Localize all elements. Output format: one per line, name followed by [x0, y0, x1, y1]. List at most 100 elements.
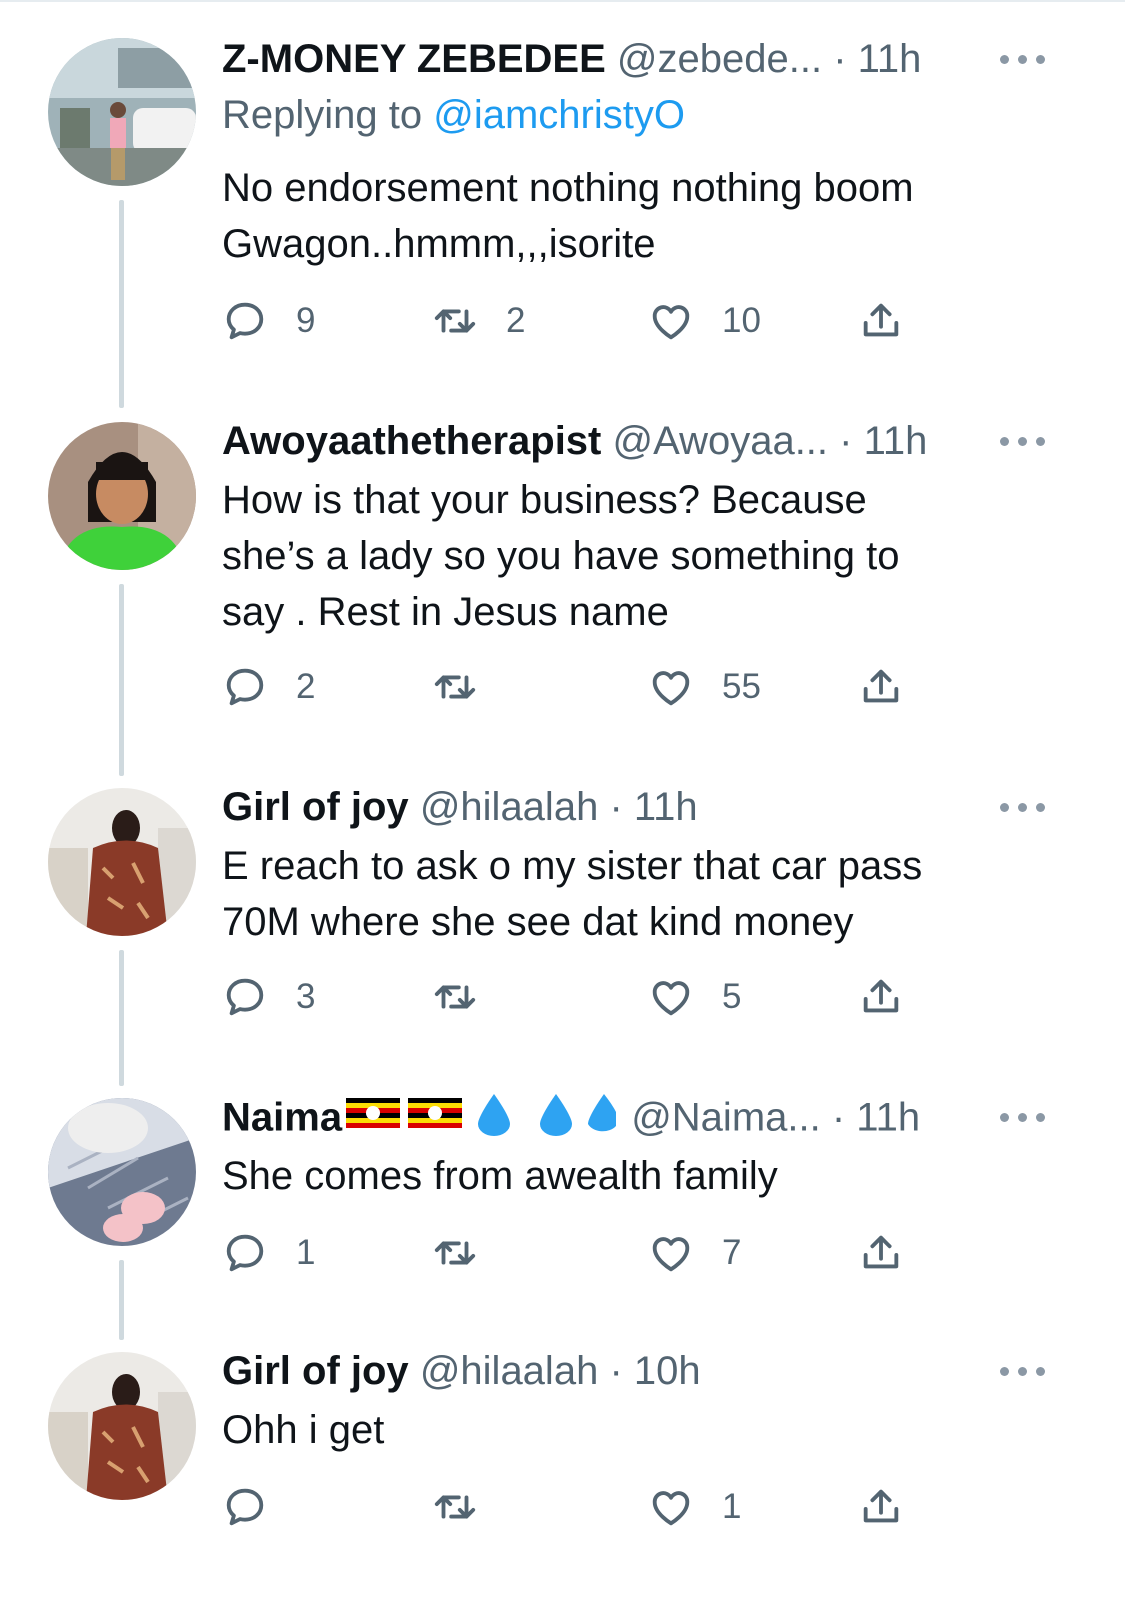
separator-dot: · [609, 1349, 623, 1393]
share-button[interactable] [858, 1228, 904, 1278]
avatar[interactable] [48, 1098, 196, 1246]
timestamp[interactable]: 11h [858, 37, 922, 81]
separator-dot: · [839, 419, 853, 463]
tweet-actions: 2 55 [222, 662, 922, 712]
heart-icon [652, 981, 690, 1016]
like-count: 10 [722, 301, 761, 340]
avatar[interactable] [48, 422, 196, 570]
separator-dot: · [833, 37, 847, 81]
avatar-image [48, 1352, 196, 1500]
like-count: 5 [722, 977, 742, 1016]
tweet-header: Z-MONEY ZEBEDEE @zebede... · 11h [222, 34, 1022, 84]
heart-icon [652, 1491, 690, 1526]
avatar-image [48, 788, 196, 936]
share-button[interactable] [858, 1482, 904, 1532]
separator-dot: · [831, 1095, 846, 1140]
tweet-text-line: she’s a lady so you have something to [222, 534, 900, 578]
tweet-text: Ohh i get [222, 1402, 1042, 1458]
tweet-actions: 1 [222, 1482, 922, 1532]
top-divider [0, 0, 1125, 2]
retweet-count: 2 [506, 301, 526, 340]
replying-to: Replying to @iamchristyO [222, 90, 685, 140]
tweet-actions: 9 2 10 [222, 296, 922, 346]
heart-icon [652, 671, 690, 706]
username[interactable]: @hilaalah [420, 785, 599, 829]
more-options-icon[interactable] [1000, 34, 1045, 84]
more-options-icon[interactable] [1000, 782, 1045, 832]
heart-icon [652, 1237, 690, 1272]
thread-connector [119, 584, 124, 776]
reply-button[interactable]: 9 [222, 296, 315, 346]
reply-bubble-icon [226, 668, 264, 706]
share-button[interactable] [858, 662, 904, 712]
display-name[interactable]: Girl of joy [222, 785, 409, 829]
replying-to-handle[interactable]: @iamchristyO [433, 93, 685, 137]
display-name[interactable]: Awoyaathetherapist [222, 419, 601, 463]
tweet-text: E reach to ask o my sister that car pass… [222, 838, 1042, 950]
name-emoji [346, 1092, 617, 1142]
username[interactable]: @hilaalah [420, 1349, 599, 1393]
share-icon [863, 303, 899, 337]
retweet-icon [434, 309, 476, 333]
share-button[interactable] [858, 972, 904, 1022]
timestamp[interactable]: 10h [634, 1349, 701, 1393]
retweet-button[interactable] [432, 1482, 506, 1532]
like-button[interactable]: 55 [648, 662, 761, 712]
like-count: 55 [722, 667, 761, 706]
timestamp[interactable]: 11h [864, 419, 928, 463]
uganda-flag-icon [346, 1094, 617, 1136]
reply-bubble-icon [226, 1234, 264, 1272]
more-options-icon[interactable] [1000, 1092, 1045, 1142]
retweet-button[interactable]: 2 [432, 296, 525, 346]
thread-connector [119, 1260, 124, 1340]
reply-count: 3 [296, 977, 316, 1016]
avatar-image [48, 38, 196, 186]
reply-count: 9 [296, 301, 316, 340]
more-options-icon[interactable] [1000, 416, 1045, 466]
replying-to-label: Replying to [222, 93, 423, 137]
tweet-actions: 1 7 [222, 1228, 922, 1278]
tweet-header: Awoyaathetherapist @Awoyaa... · 11h [222, 416, 1022, 466]
like-button[interactable]: 7 [648, 1228, 741, 1278]
display-name[interactable]: Naima [222, 1096, 342, 1140]
like-count: 1 [722, 1487, 742, 1526]
retweet-button[interactable] [432, 662, 506, 712]
tweet-text-line: How is that your business? Because [222, 478, 867, 522]
retweet-icon [434, 675, 476, 699]
thread-connector [119, 200, 124, 408]
share-icon [863, 669, 899, 703]
retweet-button[interactable] [432, 1228, 506, 1278]
avatar[interactable] [48, 38, 196, 186]
tweet-header: Girl of joy @hilaalah · 10h [222, 1346, 1022, 1396]
reply-button[interactable]: 2 [222, 662, 315, 712]
tweet-text-line: Ohh i get [222, 1408, 385, 1452]
avatar[interactable] [48, 788, 196, 936]
tweet-text: No endorsement nothing nothing boom Gwag… [222, 160, 1042, 272]
retweet-icon [434, 1241, 476, 1265]
username[interactable]: @zebede... [617, 37, 822, 81]
share-icon [863, 1235, 899, 1269]
more-options-icon[interactable] [1000, 1346, 1045, 1396]
avatar[interactable] [48, 1352, 196, 1500]
like-button[interactable]: 1 [648, 1482, 741, 1532]
username[interactable]: @Awoyaa... [613, 419, 829, 463]
timestamp[interactable]: 11h [856, 1096, 920, 1140]
tweet-text-line: 70M where she see dat kind money [222, 900, 854, 944]
tweet-text-line: say . Rest in Jesus name [222, 590, 669, 634]
retweet-button[interactable] [432, 972, 506, 1022]
tweet-header: Naima @Naima... · 11h [222, 1092, 1022, 1142]
reply-button[interactable]: 3 [222, 972, 315, 1022]
share-button[interactable] [858, 296, 904, 346]
timestamp[interactable]: 11h [634, 785, 698, 829]
tweet-text-line: Gwagon..hmmm,,,isorite [222, 222, 656, 266]
tweet-text: How is that your business? Because she’s… [222, 472, 1042, 640]
reply-bubble-icon [226, 302, 264, 340]
like-button[interactable]: 10 [648, 296, 761, 346]
display-name[interactable]: Girl of joy [222, 1349, 409, 1393]
tweet-text-line: She comes from awealth family [222, 1154, 778, 1198]
reply-button[interactable] [222, 1482, 296, 1532]
reply-button[interactable]: 1 [222, 1228, 315, 1278]
display-name[interactable]: Z-MONEY ZEBEDEE [222, 37, 606, 81]
username[interactable]: @Naima... [631, 1096, 821, 1140]
like-button[interactable]: 5 [648, 972, 741, 1022]
